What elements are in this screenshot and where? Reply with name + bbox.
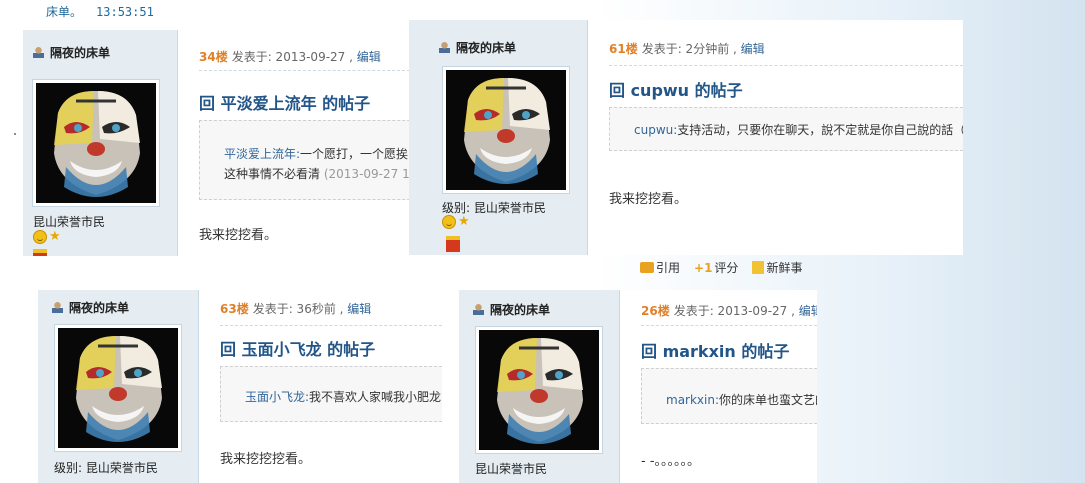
floor-number[interactable]: 61楼	[609, 42, 638, 56]
post-sidebar: 隔夜的床单 级别: 昆山荣誉市民 ★	[409, 20, 588, 255]
posted-time: 发表于: 2013-09-27 ,	[673, 304, 795, 318]
avatar	[36, 83, 156, 203]
rank-icons: ★	[33, 230, 61, 244]
quote-block: cupwu:支持活动，只要你在聊天，說不定就是你自己說的話（	[609, 107, 963, 151]
post-meta: 61楼 发表于: 2分钟前 , 编辑	[609, 40, 765, 57]
post-title: 回 cupwu 的帖子	[609, 81, 743, 100]
post-title: 回 平淡爱上流年 的帖子	[199, 94, 371, 113]
author-name[interactable]: 隔夜的床单	[439, 39, 516, 56]
post-actions: 引用 +1 评分 新鲜事	[640, 259, 802, 276]
post-meta: 63楼 发表于: 36秒前 , 编辑	[220, 300, 371, 317]
quote-block: 玉面小飞龙:我不喜欢人家喊我小肥龙	[220, 366, 442, 422]
quote-author[interactable]: 平淡爱上流年:	[224, 147, 300, 161]
post-63: 隔夜的床单 级别: 昆山荣誉市民 63楼 发表于: 36秒前 , 编辑 回 玉面小…	[38, 290, 442, 483]
status-time: 13:53:51	[96, 5, 154, 19]
post-61: 隔夜的床单 级别: 昆山荣誉市民 ★ 61楼 发表于: 2分钟前 , 编辑 回 c…	[409, 20, 963, 255]
quote-author[interactable]: 玉面小飞龙:	[245, 390, 309, 404]
post-content: 我来挖挖看。	[609, 192, 688, 207]
post-26: 隔夜的床单 昆山荣誉市民 26楼 发表于: 2013-09-27 , 编辑 回 m…	[459, 290, 817, 483]
meta-divider	[220, 325, 442, 326]
post-main: 61楼 发表于: 2分钟前 , 编辑 回 cupwu 的帖子 cupwu:支持活动…	[609, 20, 963, 255]
quote-text: 我不喜欢人家喊我小肥龙	[309, 390, 442, 404]
user-icon	[473, 304, 484, 315]
edit-link[interactable]: 编辑	[357, 50, 381, 64]
edit-link[interactable]: 编辑	[347, 302, 371, 316]
news-button[interactable]: 新鲜事	[752, 259, 802, 276]
top-status-line: 床单。 13:53:51	[46, 3, 154, 20]
news-icon	[752, 261, 765, 274]
post-34: 隔夜的床单 昆山荣誉市民 ★ 34楼 发表于: 2013-09-27 , 编辑 回…	[23, 30, 410, 256]
avatar-frame[interactable]	[32, 79, 160, 207]
author-name[interactable]: 隔夜的床单	[33, 44, 110, 61]
floor-number[interactable]: 34楼	[199, 50, 228, 64]
status-text: 床单。	[46, 5, 83, 19]
avatar-frame[interactable]	[54, 324, 182, 452]
quote-text: 一个愿打，一个愿挨	[300, 147, 409, 161]
meta-divider	[609, 65, 963, 66]
star-icon: ★	[458, 214, 470, 229]
avatar	[479, 330, 599, 450]
smile-icon	[33, 230, 47, 244]
quote-block: markxin:你的床单也蛮文艺的	[641, 368, 817, 424]
quote-line2: 这种事情不必看清	[224, 167, 321, 181]
smile-icon	[442, 215, 456, 229]
post-title: 回 玉面小飞龙 的帖子	[220, 340, 376, 359]
rank-icons: ★	[442, 215, 470, 229]
post-meta: 34楼 发表于: 2013-09-27 , 编辑	[199, 48, 381, 65]
user-rank: 昆山荣誉市民	[33, 215, 106, 229]
post-main: 34楼 发表于: 2013-09-27 , 编辑 回 平淡爱上流年 的帖子 平淡爱…	[199, 30, 410, 256]
posted-time: 发表于: 2013-09-27 ,	[231, 50, 353, 64]
quote-author[interactable]: cupwu:	[634, 123, 677, 137]
post-content: - -。。。。。。	[641, 454, 701, 469]
floor-number[interactable]: 26楼	[641, 304, 670, 318]
user-icon	[439, 42, 450, 53]
quote-time: (2013-09-27 1	[323, 167, 410, 181]
posted-time: 发表于: 2分钟前 ,	[641, 42, 737, 56]
author-name[interactable]: 隔夜的床单	[52, 299, 129, 316]
rate-button[interactable]: +1 评分	[694, 259, 738, 276]
post-title: 回 markxin 的帖子	[641, 342, 790, 361]
quote-icon	[640, 262, 654, 273]
post-sidebar: 隔夜的床单 级别: 昆山荣誉市民	[38, 290, 199, 483]
rate-icon: +1	[694, 260, 713, 275]
post-meta: 26楼 发表于: 2013-09-27 , 编辑	[641, 302, 817, 319]
meta-divider	[641, 325, 817, 326]
avatar	[446, 70, 566, 190]
post-content: 我来挖挖挖看。	[220, 452, 312, 467]
user-icon	[52, 302, 63, 313]
quote-text: 支持活动，只要你在聊天，說不定就是你自己說的話（	[677, 123, 963, 137]
post-main: 26楼 发表于: 2013-09-27 , 编辑 回 markxin 的帖子 ma…	[641, 290, 817, 483]
edit-link[interactable]: 编辑	[741, 42, 765, 56]
avatar	[58, 328, 178, 448]
post-main: 63楼 发表于: 36秒前 , 编辑 回 玉面小飞龙 的帖子 玉面小飞龙:我不喜欢…	[220, 290, 442, 483]
floor-number[interactable]: 63楼	[220, 302, 249, 316]
edit-link[interactable]: 编辑	[799, 304, 817, 318]
user-rank: 昆山荣誉市民	[475, 462, 548, 476]
quote-block: 平淡爱上流年:一个愿打，一个愿挨 这种事情不必看清 (2013-09-27 1	[199, 120, 410, 200]
author-name[interactable]: 隔夜的床单	[473, 301, 550, 318]
avatar-frame[interactable]	[442, 66, 570, 194]
medal-icon	[33, 249, 47, 256]
user-icon	[33, 47, 44, 58]
posted-time: 发表于: 36秒前 ,	[252, 302, 344, 316]
star-icon: ★	[49, 229, 61, 244]
post-sidebar: 隔夜的床单 昆山荣誉市民 ★	[23, 30, 178, 256]
stray-dot	[14, 133, 16, 135]
quote-author[interactable]: markxin:	[666, 393, 719, 407]
quote-text: 你的床单也蛮文艺的	[719, 393, 817, 407]
post-sidebar: 隔夜的床单 昆山荣誉市民	[459, 290, 620, 483]
meta-divider	[199, 70, 410, 71]
avatar-frame[interactable]	[475, 326, 603, 454]
quote-button[interactable]: 引用	[640, 259, 680, 276]
medal-icon	[446, 236, 460, 252]
post-content: 我来挖挖看。	[199, 228, 278, 243]
user-rank: 级别: 昆山荣誉市民	[54, 461, 158, 475]
